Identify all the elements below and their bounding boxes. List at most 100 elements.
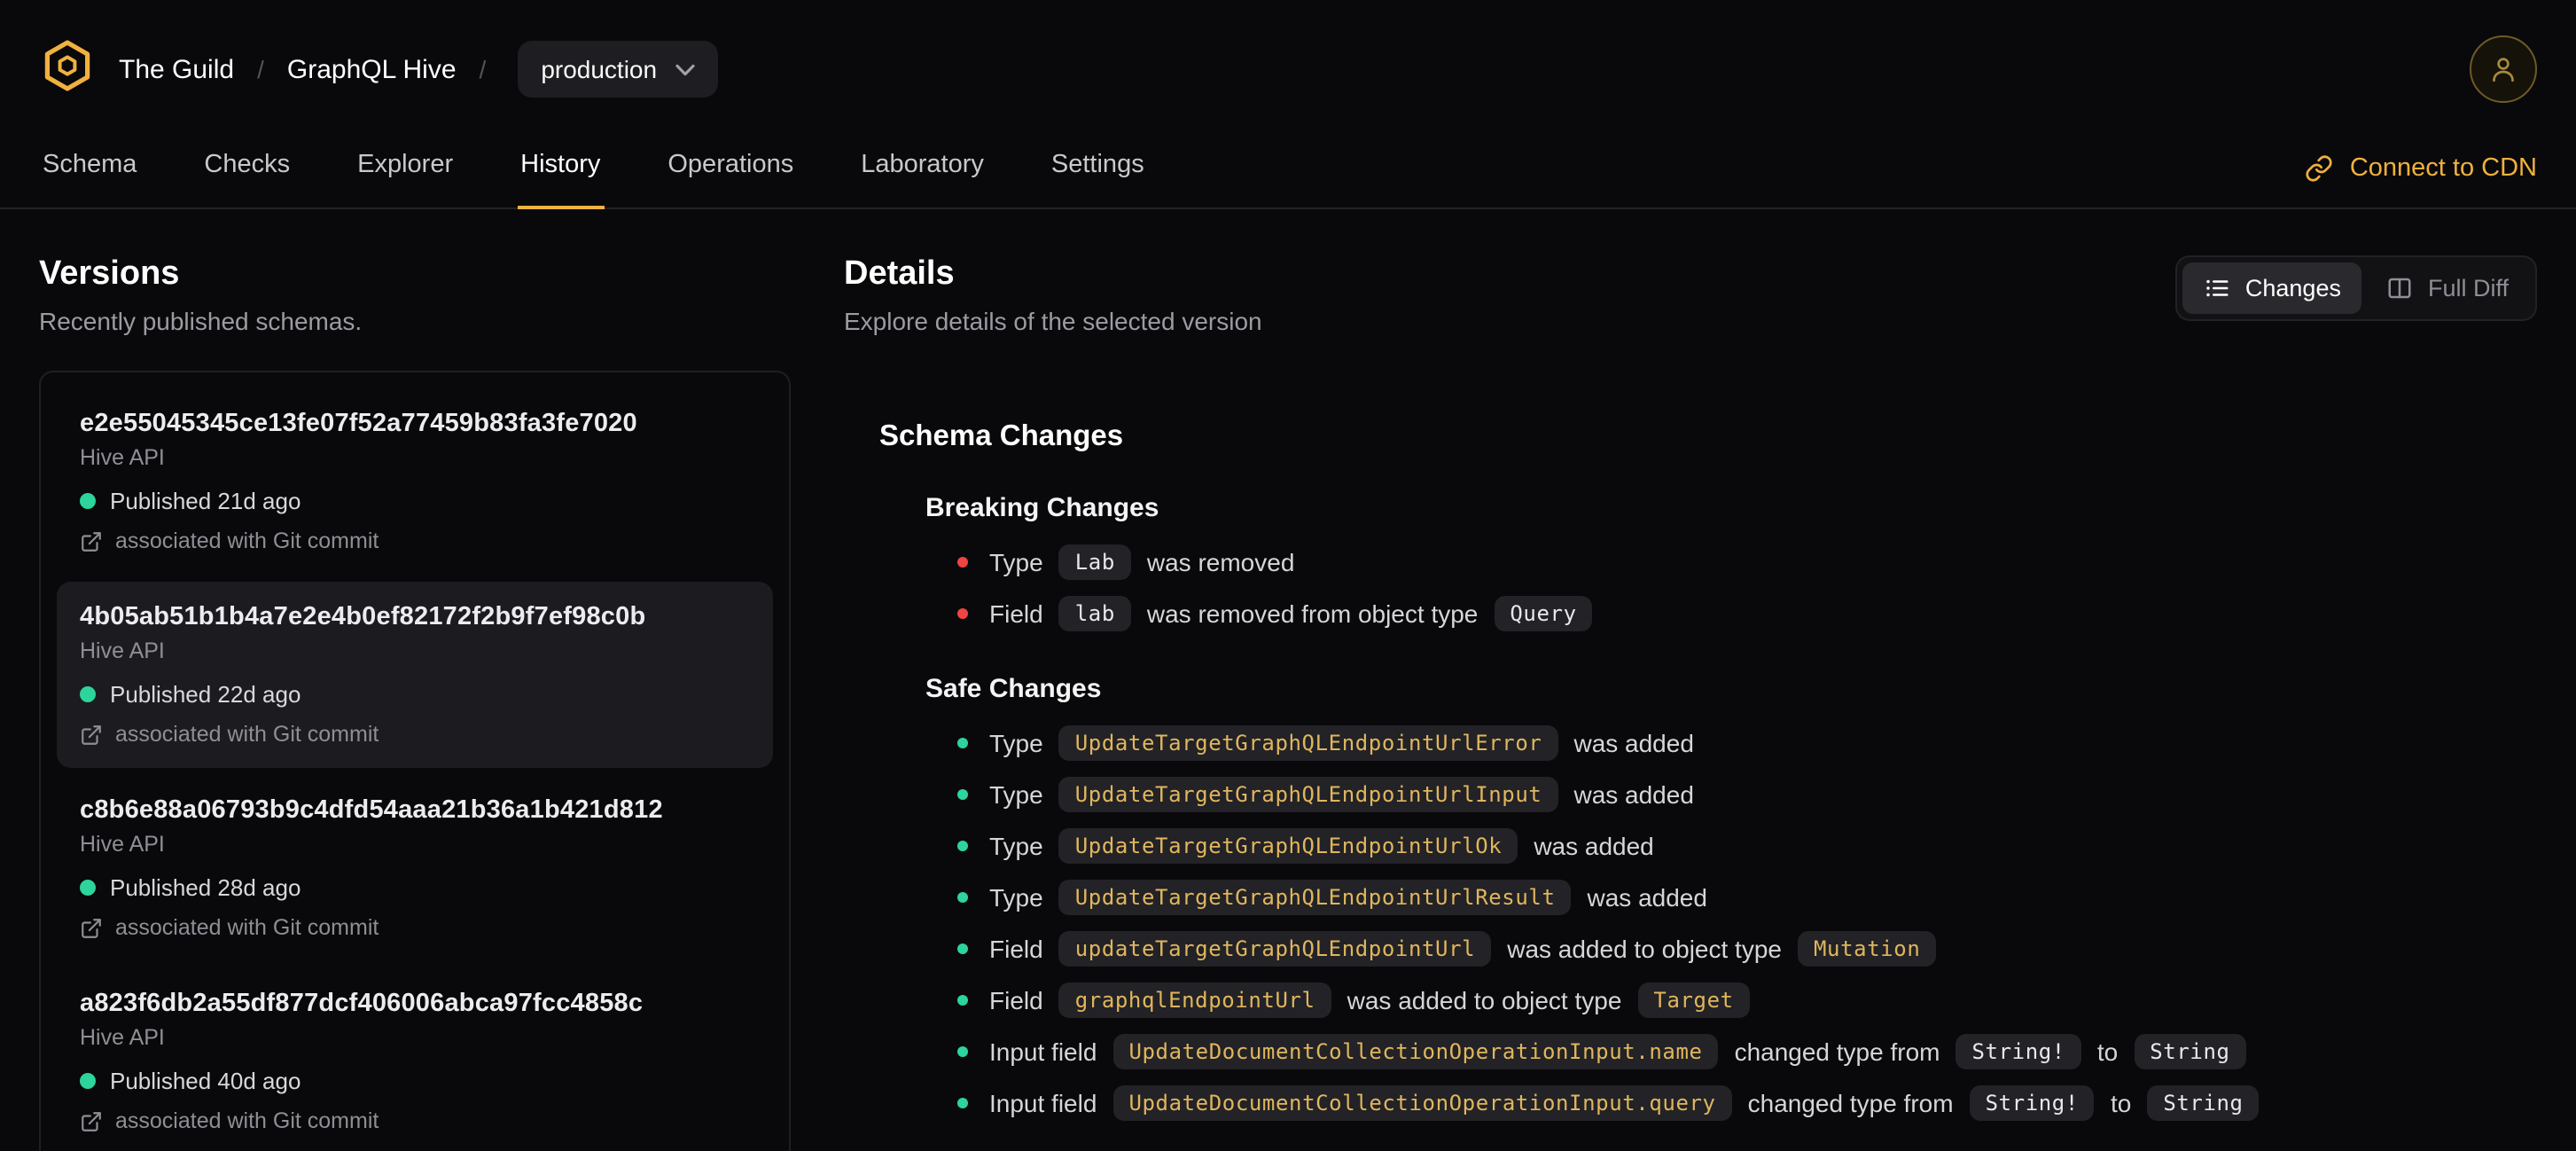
tab-schema[interactable]: Schema xyxy=(39,128,140,207)
change-text: was removed xyxy=(1146,548,1295,576)
schema-changes-title: Schema Changes xyxy=(879,420,1124,452)
change-text: Type xyxy=(989,548,1043,576)
published-label: Published 21d ago xyxy=(110,488,301,514)
change-item: Field updateTargetGraphQLEndpointUrl was a… xyxy=(957,928,2537,970)
version-git-association: associated with Git commit xyxy=(80,1108,750,1133)
schema-coordinate-chip[interactable]: updateTargetGraphQLEndpointUrl xyxy=(1058,931,1492,967)
schema-coordinate-chip: lab xyxy=(1058,596,1131,631)
toggle-label: Changes xyxy=(2244,275,2341,301)
change-bullet-icon xyxy=(957,841,968,851)
published-dot-icon xyxy=(80,686,96,702)
change-item: Field lab was removed from object type Quer… xyxy=(957,592,2537,635)
breadcrumb-project[interactable]: GraphQL Hive xyxy=(287,54,457,84)
change-text: to xyxy=(2110,1089,2132,1117)
published-dot-icon xyxy=(80,493,96,509)
version-card[interactable]: 4b05ab51b1b4a7e2e4b0ef82172f2b9f7ef98c0b… xyxy=(57,582,773,768)
toggle-label: Full Diff xyxy=(2427,275,2509,301)
section-safe-changes: Safe Changes Type UpdateTargetGraphQLEndpo… xyxy=(925,674,2537,1124)
version-git-association: associated with Git commit xyxy=(80,722,750,747)
change-text: Field xyxy=(989,935,1043,963)
version-status: Published 21d ago xyxy=(80,488,750,514)
view-toggle-changes[interactable]: Changes xyxy=(2182,262,2362,314)
breadcrumb-separator: / xyxy=(479,55,487,83)
change-text: Type xyxy=(989,729,1043,757)
schema-coordinate-chip: Query xyxy=(1494,596,1593,631)
change-text: was added to object type xyxy=(1507,935,1782,963)
version-status: Published 40d ago xyxy=(80,1068,750,1094)
change-list: Type UpdateTargetGraphQLEndpointUrlError w… xyxy=(957,722,2537,1124)
version-card[interactable]: c8b6e88a06793b9c4dfd54aaa21b36a1b421d812… xyxy=(57,775,773,961)
git-commit-label: associated with Git commit xyxy=(115,915,379,940)
target-selector[interactable]: production xyxy=(518,41,718,98)
change-section-title: Breaking Changes xyxy=(925,493,1159,523)
schema-coordinate-chip: String xyxy=(2147,1085,2260,1121)
schema-coordinate-chip[interactable]: UpdateDocumentCollectionOperationInput.n… xyxy=(1112,1034,1719,1069)
main-nav: Schema Checks Explorer History Operations Lab… xyxy=(0,128,2576,209)
connect-cdn-label: Connect to CDN xyxy=(2349,153,2537,182)
version-git-association: associated with Git commit xyxy=(80,915,750,940)
schema-coordinate-chip[interactable]: UpdateTargetGraphQLEndpointUrlError xyxy=(1058,725,1558,761)
breadcrumb-org[interactable]: The Guild xyxy=(119,54,234,84)
version-hash: c8b6e88a06793b9c4dfd54aaa21b36a1b421d812 xyxy=(80,796,663,825)
change-bullet-icon xyxy=(957,1046,968,1057)
user-avatar-button[interactable] xyxy=(2470,35,2537,103)
published-dot-icon xyxy=(80,880,96,896)
version-hash: 4b05ab51b1b4a7e2e4b0ef82172f2b9f7ef98c0b xyxy=(80,603,646,631)
version-hash: a823f6db2a55df877dcf406006abca97fcc4858c xyxy=(80,990,644,1018)
change-bullet-icon xyxy=(957,995,968,1006)
change-text: Input field xyxy=(989,1037,1097,1066)
details-header: Details Explore details of the selected … xyxy=(844,255,2537,335)
tab-checks[interactable]: Checks xyxy=(200,128,293,207)
tab-laboratory[interactable]: Laboratory xyxy=(857,128,987,207)
version-service-name: Hive API xyxy=(80,445,165,470)
change-text: Type xyxy=(989,883,1043,912)
change-text: Input field xyxy=(989,1089,1097,1117)
breadcrumb: The Guild / GraphQL Hive / production xyxy=(0,0,2576,128)
published-dot-icon xyxy=(80,1073,96,1089)
git-commit-icon xyxy=(82,918,101,937)
change-text: changed type from xyxy=(1747,1089,1954,1117)
tab-explorer[interactable]: Explorer xyxy=(354,128,457,207)
version-card[interactable]: e2e55045345ce13fe07f52a77459b83fa3fe7020… xyxy=(57,388,773,575)
schema-coordinate-chip: String! xyxy=(1969,1085,2095,1121)
schema-coordinate-chip: String xyxy=(2134,1034,2246,1069)
version-card[interactable]: a823f6db2a55df877dcf406006abca97fcc4858c… xyxy=(57,968,773,1151)
versions-title: Versions xyxy=(39,255,180,293)
nav-tabs: Schema Checks Explorer History Operations Lab… xyxy=(39,128,1148,209)
view-toggle: Changes Full Diff xyxy=(2175,255,2537,321)
version-service-name: Hive API xyxy=(80,638,165,663)
schema-coordinate-chip[interactable]: UpdateTargetGraphQLEndpointUrlResult xyxy=(1058,880,1572,915)
schema-coordinate-chip[interactable]: UpdateDocumentCollectionOperationInput.q… xyxy=(1112,1085,1732,1121)
main-content: Versions Recently published schemas. e2e… xyxy=(0,209,2576,1151)
details-title: Details xyxy=(844,255,955,293)
view-toggle-full-diff[interactable]: Full Diff xyxy=(2366,262,2530,314)
change-list: Type Lab was removed Field lab was removed fr… xyxy=(957,541,2537,635)
change-bullet-icon xyxy=(957,557,968,568)
schema-coordinate-chip[interactable]: UpdateTargetGraphQLEndpointUrlOk xyxy=(1058,828,1518,864)
hive-logo-icon[interactable] xyxy=(39,36,96,102)
app-root: The Guild / GraphQL Hive / production Sc… xyxy=(0,0,2576,1151)
change-text: Field xyxy=(989,986,1043,1014)
connect-cdn-link[interactable]: Connect to CDN xyxy=(2306,153,2537,182)
git-commit-label: associated with Git commit xyxy=(115,722,379,747)
schema-coordinate-chip[interactable]: graphqlEndpointUrl xyxy=(1058,983,1331,1018)
tab-history[interactable]: History xyxy=(517,128,605,209)
change-bullet-icon xyxy=(957,1098,968,1108)
git-commit-icon xyxy=(82,531,101,551)
change-section-title: Safe Changes xyxy=(925,674,1102,704)
split-view-icon xyxy=(2389,278,2412,299)
version-service-name: Hive API xyxy=(80,832,165,857)
published-label: Published 22d ago xyxy=(110,681,301,708)
change-text: was added xyxy=(1587,883,1707,912)
change-item: Type UpdateTargetGraphQLEndpointUrlInput w… xyxy=(957,773,2537,816)
schema-coordinate-chip[interactable]: UpdateTargetGraphQLEndpointUrlInput xyxy=(1058,777,1558,812)
schema-coordinate-chip: String! xyxy=(1955,1034,2081,1069)
version-git-association: associated with Git commit xyxy=(80,529,750,553)
tab-settings[interactable]: Settings xyxy=(1048,128,1148,207)
schema-coordinate-chip[interactable]: Target xyxy=(1637,983,1750,1018)
change-text: was added xyxy=(1573,729,1694,757)
change-item: Type UpdateTargetGraphQLEndpointUrlError w… xyxy=(957,722,2537,764)
tab-operations[interactable]: Operations xyxy=(664,128,797,207)
schema-coordinate-chip[interactable]: Mutation xyxy=(1798,931,1937,967)
change-bullet-icon xyxy=(957,789,968,800)
